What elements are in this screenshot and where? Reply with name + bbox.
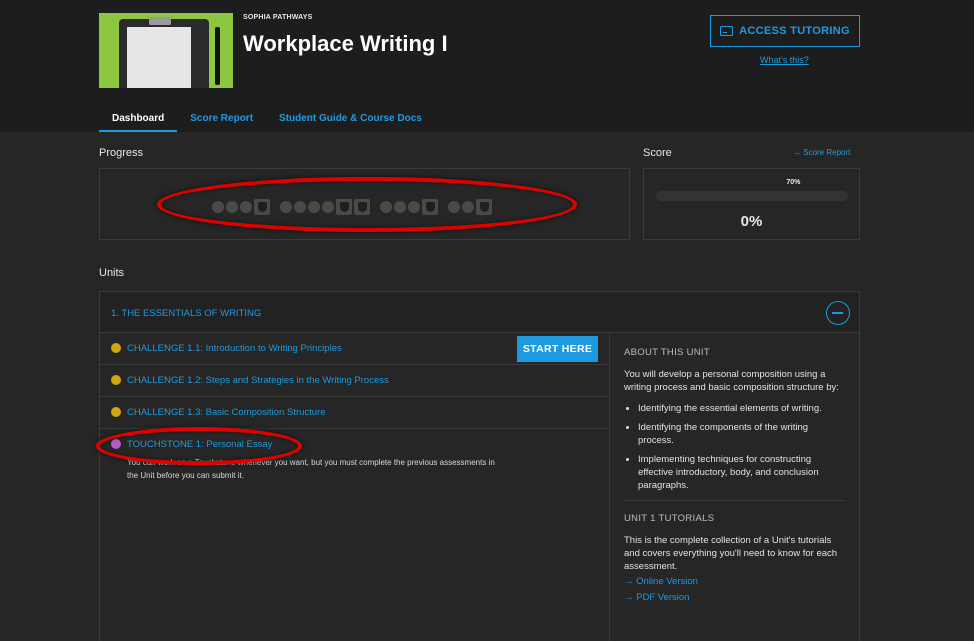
challenge-1-1-link[interactable]: CHALLENGE 1.1: Introduction to Writing P…	[127, 343, 342, 354]
challenge-status-icon	[111, 375, 121, 385]
progress-tracker	[212, 199, 494, 215]
tab-student-guide[interactable]: Student Guide & Course Docs	[266, 108, 435, 132]
pen-image	[215, 27, 220, 85]
about-heading: ABOUT THIS UNIT	[624, 347, 710, 358]
about-bullets: Identifying the essential elements of wr…	[624, 402, 845, 492]
score-panel: 70% 0%	[643, 168, 860, 240]
challenge-progress-dot	[394, 201, 406, 213]
about-bullet: Implementing techniques for constructing…	[638, 453, 845, 492]
score-report-link-label: Score Report	[803, 148, 851, 157]
challenge-progress-dot	[448, 201, 460, 213]
challenge-progress-dot	[294, 201, 306, 213]
challenge-status-icon	[111, 407, 121, 417]
progress-panel	[99, 168, 630, 240]
shield-icon	[354, 199, 370, 215]
pdf-version-link[interactable]: → PDF Version	[624, 589, 845, 606]
challenge-progress-dot	[308, 201, 320, 213]
touchstone-1-link[interactable]: TOUCHSTONE 1: Personal Essay	[127, 439, 272, 450]
access-tutoring-button[interactable]: ACCESS TUTORING	[710, 15, 860, 47]
challenge-1-2-link[interactable]: CHALLENGE 1.2: Steps and Strategies in t…	[127, 375, 389, 386]
challenge-progress-dot	[380, 201, 392, 213]
collapse-icon[interactable]	[826, 301, 850, 325]
tutoring-icon	[720, 26, 734, 36]
course-header: SOPHIA PATHWAYS Workplace Writing I ACCE…	[0, 0, 974, 132]
challenge-progress-dot	[240, 201, 252, 213]
score-report-link[interactable]: → Score Report	[793, 148, 850, 157]
challenge-progress-dot	[226, 201, 238, 213]
online-version-label: Online Version	[636, 576, 698, 587]
brand-label: SOPHIA PATHWAYS	[243, 14, 313, 21]
start-here-button[interactable]: START HERE	[517, 336, 598, 362]
list-item: CHALLENGE 1.3: Basic Composition Structu…	[100, 397, 609, 429]
access-tutoring-label: ACCESS TUTORING	[739, 25, 850, 37]
tab-dashboard[interactable]: Dashboard	[99, 108, 178, 132]
tutorials-heading: UNIT 1 TUTORIALS	[624, 513, 715, 524]
score-label: Score	[643, 147, 672, 159]
about-bullet: Identifying the components of the writin…	[638, 421, 845, 447]
score-value: 0%	[740, 213, 763, 230]
shield-icon	[254, 199, 270, 215]
challenge-progress-dot	[462, 201, 474, 213]
course-title: Workplace Writing I	[243, 31, 448, 56]
online-version-link[interactable]: → Online Version	[624, 573, 845, 590]
touchstone-status-icon	[111, 439, 121, 449]
pdf-version-label: PDF Version	[636, 592, 690, 603]
whats-this-link[interactable]: What's this?	[760, 55, 809, 65]
tutorials-text: This is the complete collection of a Uni…	[624, 535, 838, 572]
unit-1-header[interactable]: 1. THE ESSENTIALS OF WRITING	[99, 291, 860, 333]
tab-score-report[interactable]: Score Report	[177, 108, 266, 132]
score-bar	[656, 191, 848, 201]
challenge-status-icon	[111, 343, 121, 353]
challenge-progress-dot	[280, 201, 292, 213]
clipboard-image	[119, 17, 209, 88]
about-text: You will develop a personal composition …	[624, 369, 839, 393]
score-target-marker: 70%	[786, 179, 801, 186]
list-item: CHALLENGE 1.1: Introduction to Writing P…	[100, 333, 609, 365]
unit-1-body: CHALLENGE 1.1: Introduction to Writing P…	[99, 333, 860, 641]
units-label: Units	[99, 267, 125, 279]
progress-label: Progress	[99, 147, 144, 159]
touchstone-note: You can work on a Touchstone whenever yo…	[127, 458, 495, 480]
course-thumbnail	[99, 13, 233, 88]
shield-icon	[476, 199, 492, 215]
shield-icon	[336, 199, 352, 215]
course-tabs: Dashboard Score Report Student Guide & C…	[99, 108, 435, 132]
shield-icon	[422, 199, 438, 215]
challenge-progress-dot	[212, 201, 224, 213]
challenge-progress-dot	[408, 201, 420, 213]
unit-sidebar: ABOUT THIS UNIT You will develop a perso…	[609, 333, 859, 641]
challenge-progress-dot	[322, 201, 334, 213]
challenge-1-3-link[interactable]: CHALLENGE 1.3: Basic Composition Structu…	[127, 407, 326, 418]
list-item: CHALLENGE 1.2: Steps and Strategies in t…	[100, 365, 609, 397]
unit-1-title[interactable]: 1. THE ESSENTIALS OF WRITING	[111, 308, 261, 319]
about-bullet: Identifying the essential elements of wr…	[638, 402, 845, 415]
